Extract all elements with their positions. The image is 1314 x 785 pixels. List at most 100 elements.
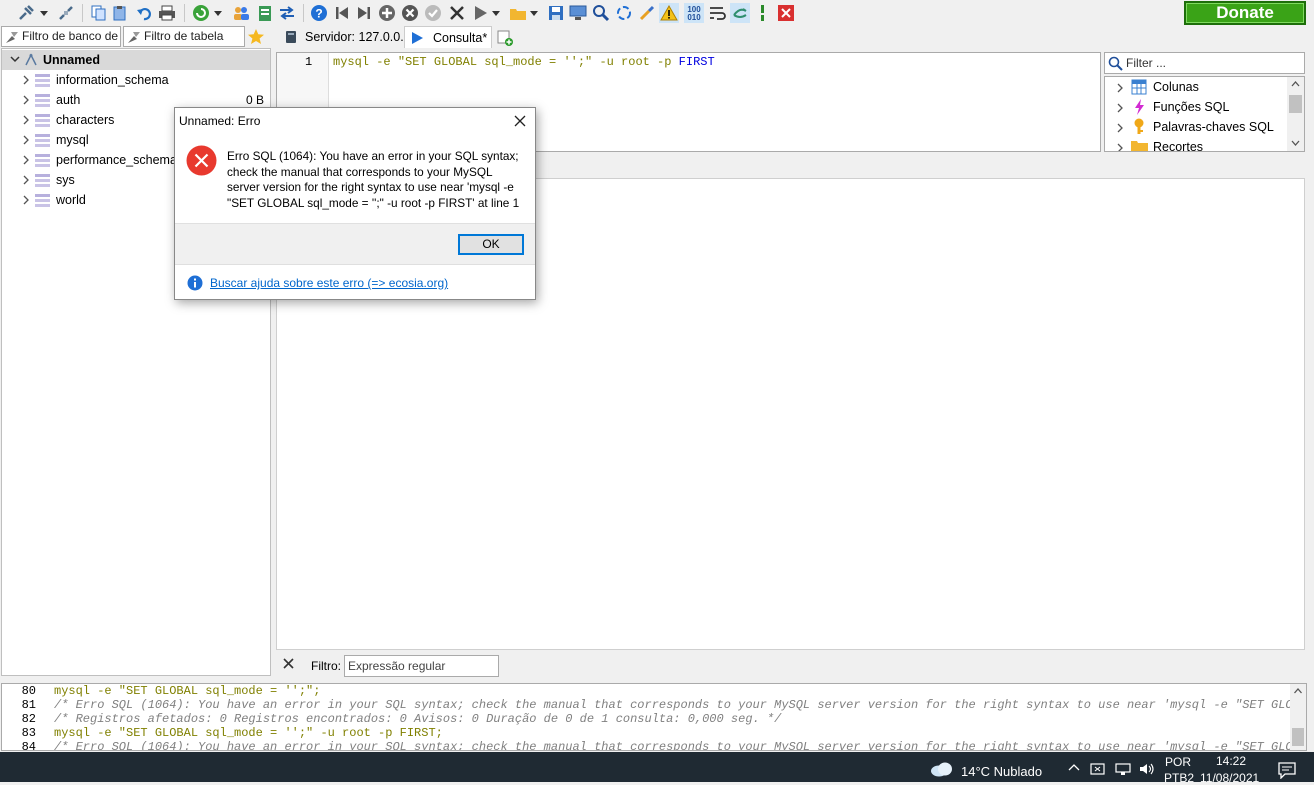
sync-icon[interactable] bbox=[730, 3, 750, 23]
chevron-right-icon[interactable] bbox=[23, 75, 29, 85]
notification-icon[interactable] bbox=[1277, 761, 1297, 779]
exit-icon[interactable] bbox=[753, 3, 773, 23]
columns-icon bbox=[1131, 79, 1147, 95]
warning-icon[interactable] bbox=[659, 3, 679, 23]
export-icon[interactable] bbox=[255, 3, 275, 23]
save-icon[interactable] bbox=[546, 3, 566, 23]
apply-icon[interactable] bbox=[423, 3, 443, 23]
tree-item-label: mysql bbox=[56, 133, 89, 147]
log-line: 83 mysql -e "SET GLOBAL sql_mode = '';" -… bbox=[2, 726, 1292, 740]
chevron-up-icon[interactable] bbox=[1068, 763, 1080, 771]
svg-text:?: ? bbox=[315, 7, 322, 21]
helper-item-snippets[interactable]: Recortes bbox=[1105, 137, 1285, 151]
volume-icon[interactable] bbox=[1138, 762, 1156, 776]
refresh-icon[interactable] bbox=[191, 3, 211, 23]
copy-icon[interactable] bbox=[88, 3, 108, 23]
dialog-close-icon[interactable] bbox=[512, 113, 528, 129]
folder-icon bbox=[1131, 140, 1148, 151]
favorite-star-icon[interactable] bbox=[247, 28, 265, 45]
print-icon[interactable] bbox=[157, 3, 177, 23]
tab-server[interactable]: Servidor: 127.0.0.1 bbox=[282, 26, 411, 48]
close-filter-icon[interactable] bbox=[283, 658, 294, 669]
clock-date[interactable]: 11/08/2021 bbox=[1200, 771, 1259, 785]
log-line: 80 mysql -e "SET GLOBAL sql_mode = '';"; bbox=[2, 684, 1292, 698]
wrap-icon[interactable] bbox=[707, 3, 727, 23]
keyboard-layout[interactable]: PTB2 bbox=[1164, 771, 1194, 785]
query-log[interactable]: 80 mysql -e "SET GLOBAL sql_mode = '';"; 8… bbox=[1, 683, 1307, 751]
weather-text[interactable]: 14°C Nublado bbox=[961, 764, 1042, 779]
run-dropdown-icon[interactable] bbox=[490, 3, 502, 23]
main-toolbar: ? 100 010 Donate bbox=[0, 0, 1314, 26]
log-scrollbar[interactable] bbox=[1290, 684, 1306, 750]
tree-root-connection[interactable]: Unnamed bbox=[2, 50, 270, 70]
cloud-icon[interactable] bbox=[930, 761, 954, 777]
chevron-right-icon[interactable] bbox=[23, 175, 29, 185]
connect-icon[interactable] bbox=[16, 3, 36, 23]
dialog-message: Erro SQL (1064): You have an error in yo… bbox=[227, 149, 520, 210]
helper-list: Colunas Funções SQL Palavras-chaves SQL … bbox=[1104, 76, 1305, 152]
user-manager-icon[interactable] bbox=[231, 3, 251, 23]
last-icon[interactable] bbox=[354, 3, 374, 23]
close-icon[interactable] bbox=[776, 3, 796, 23]
replace-icon[interactable] bbox=[614, 3, 634, 23]
connect-dropdown-icon[interactable] bbox=[38, 3, 50, 23]
disconnect-icon[interactable] bbox=[56, 3, 76, 23]
battery-icon[interactable] bbox=[1090, 762, 1108, 776]
cancel-icon[interactable] bbox=[400, 3, 420, 23]
help-link[interactable]: Buscar ajuda sobre este erro (=> ecosia.… bbox=[210, 276, 448, 290]
chevron-right-icon[interactable] bbox=[1117, 123, 1123, 133]
results-filter-input[interactable]: Expressão regular bbox=[344, 655, 499, 677]
chevron-right-icon[interactable] bbox=[23, 115, 29, 125]
language-code[interactable]: POR bbox=[1165, 755, 1191, 769]
run-icon[interactable] bbox=[470, 3, 490, 23]
table-filter-input[interactable]: Filtro de tabela bbox=[123, 26, 245, 47]
editor-code-line[interactable]: mysql -e "SET GLOBAL sql_mode = '';" -u … bbox=[333, 55, 715, 69]
tab-query[interactable]: Consulta* bbox=[404, 26, 492, 48]
chevron-right-icon[interactable] bbox=[23, 95, 29, 105]
chevron-right-icon[interactable] bbox=[1117, 103, 1123, 113]
info-icon bbox=[187, 275, 203, 291]
chevron-right-icon[interactable] bbox=[23, 135, 29, 145]
open-icon[interactable] bbox=[508, 3, 528, 23]
db-filter-input[interactable]: Filtro de banco de bbox=[1, 26, 121, 47]
donate-button[interactable]: Donate bbox=[1184, 1, 1306, 25]
transfer-icon[interactable] bbox=[277, 3, 297, 23]
log-line-text: mysql -e "SET GLOBAL sql_mode = '';"; bbox=[54, 684, 321, 698]
chevron-right-icon[interactable] bbox=[1117, 83, 1123, 93]
log-line-number: 83 bbox=[21, 726, 36, 740]
helper-filter-input[interactable]: Filter ... bbox=[1104, 52, 1305, 74]
find-icon[interactable] bbox=[591, 3, 611, 23]
code-string: "SET GLOBAL sql_mode = '';" bbox=[397, 55, 593, 69]
refresh-dropdown-icon[interactable] bbox=[212, 3, 224, 23]
clock-time[interactable]: 14:22 bbox=[1216, 754, 1246, 768]
tree-item-label: world bbox=[56, 193, 86, 207]
help-icon[interactable]: ? bbox=[309, 3, 329, 23]
server-tab-icon bbox=[285, 30, 297, 44]
format-icon[interactable] bbox=[637, 3, 657, 23]
binary-icon[interactable]: 100 010 bbox=[684, 3, 704, 23]
network-icon[interactable] bbox=[1114, 762, 1132, 776]
helper-item-sql-functions[interactable]: Funções SQL bbox=[1105, 97, 1285, 117]
paste-icon[interactable] bbox=[110, 3, 130, 23]
open-dropdown-icon[interactable] bbox=[528, 3, 540, 23]
log-line-text: mysql -e "SET GLOBAL sql_mode = '';" -u … bbox=[54, 726, 443, 740]
chevron-right-icon[interactable] bbox=[23, 155, 29, 165]
screen-icon[interactable] bbox=[568, 3, 588, 23]
helper-item-sql-keywords[interactable]: Palavras-chaves SQL bbox=[1105, 117, 1285, 137]
chevron-right-icon[interactable] bbox=[1117, 143, 1123, 151]
tree-item-label: performance_schema bbox=[56, 153, 177, 167]
add-icon[interactable] bbox=[377, 3, 397, 23]
first-icon[interactable] bbox=[332, 3, 352, 23]
chevron-right-icon[interactable] bbox=[23, 195, 29, 205]
helper-item-columns[interactable]: Colunas bbox=[1105, 77, 1285, 97]
ok-button[interactable]: OK bbox=[458, 234, 524, 255]
log-line-text: /* Registros afetados: 0 Registros encon… bbox=[54, 712, 782, 726]
chevron-down-icon[interactable] bbox=[10, 56, 20, 63]
tree-item-label: information_schema bbox=[56, 73, 169, 87]
log-line-number: 82 bbox=[21, 712, 36, 726]
clear-icon[interactable] bbox=[447, 3, 467, 23]
tree-item-database[interactable]: information_schema bbox=[2, 70, 270, 90]
helper-scrollbar[interactable] bbox=[1287, 77, 1304, 151]
undo-icon[interactable] bbox=[134, 3, 154, 23]
new-tab-icon[interactable] bbox=[497, 30, 513, 46]
